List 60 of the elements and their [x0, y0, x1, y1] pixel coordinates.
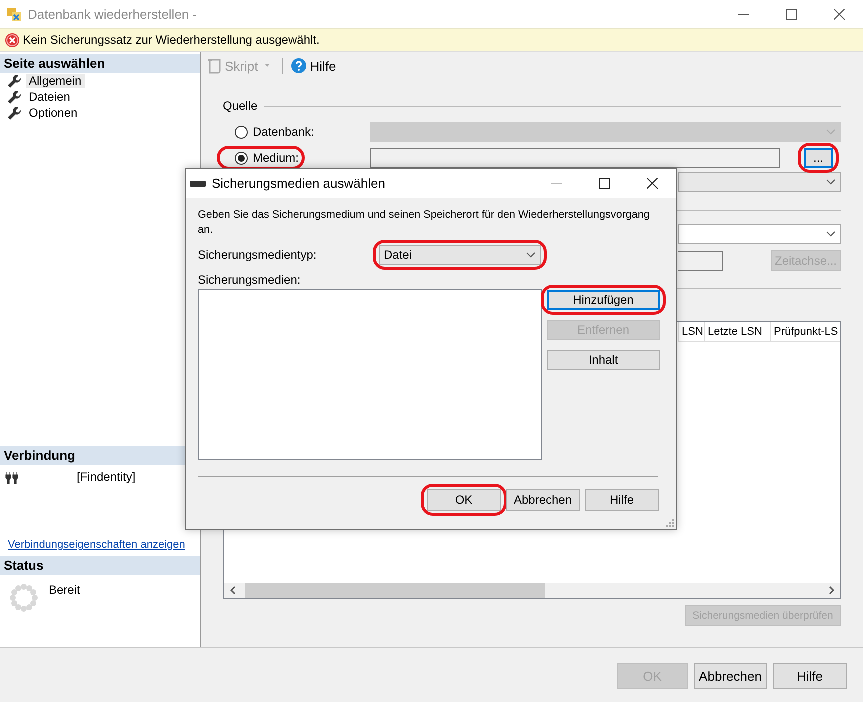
dropdown-field[interactable] [678, 224, 841, 244]
close-icon[interactable] [834, 8, 844, 20]
status-text: Bereit [49, 583, 80, 599]
radio-button[interactable] [235, 126, 248, 138]
toolbar-button[interactable]: Hilfe [310, 58, 336, 74]
wrench-icon [7, 106, 21, 120]
spinner-icon [9, 583, 39, 613]
help-icon [291, 58, 308, 74]
close-icon[interactable] [646, 178, 658, 189]
column-header[interactable]: Prüfpunkt-LS [770, 322, 840, 342]
group-label: Quelle [223, 99, 258, 113]
footer-button[interactable]: Abbrechen [694, 663, 767, 689]
dialog-button[interactable]: Hinzufügen [547, 290, 660, 310]
dialog-button[interactable]: Abbrechen [506, 489, 580, 511]
resize-grip-icon [665, 518, 674, 527]
scrollbar-thumb[interactable] [245, 583, 545, 598]
dialog-button[interactable]: OK [427, 489, 501, 511]
drive-icon [190, 180, 206, 188]
text-field[interactable] [678, 250, 723, 270]
dropdown-field[interactable] [370, 122, 841, 142]
app-icon [6, 6, 22, 22]
plug-icon [5, 470, 19, 484]
maximize-icon[interactable] [786, 8, 796, 20]
page-item[interactable]: Dateien [26, 90, 74, 104]
instruction-text: Geben Sie das Sicherungsmedium und seinen Speicherort für den Wiederherstellungsvorgang an. [198, 208, 651, 238]
wrench-icon [7, 74, 21, 88]
scroll-icon [207, 58, 222, 74]
link[interactable]: Verbindungseigenschaften anzeigen [8, 539, 186, 551]
radio-button[interactable] [235, 152, 248, 164]
error-icon [5, 32, 20, 48]
dropdown-field[interactable]: Datei [379, 245, 541, 265]
chevron-down-icon [526, 252, 536, 258]
text-field[interactable] [370, 148, 780, 168]
field-label: Sicherungsmedientyp: [198, 248, 318, 262]
column-header[interactable]: Letzte LSN [704, 322, 770, 342]
radio-label: Medium: [253, 151, 300, 165]
wrench-icon [7, 90, 21, 104]
dropdown-value: Datei [384, 248, 412, 262]
page-item[interactable]: Allgemein [26, 74, 85, 88]
dialog-button[interactable]: Inhalt [547, 350, 660, 370]
column-header[interactable]: LSN [678, 322, 704, 342]
radio-label: Datenbank: [253, 125, 314, 139]
dialog-title: Sicherungsmedien auswählen [212, 176, 386, 191]
section-header: Status [0, 556, 200, 575]
section-header: Seite auswählen [0, 54, 200, 73]
maximize-icon[interactable] [598, 178, 610, 189]
dropdown-field[interactable] [678, 172, 841, 192]
page-item[interactable]: Optionen [26, 106, 81, 120]
window-title: Datenbank wiederherstellen - [28, 6, 198, 22]
chevron-down-icon [826, 129, 836, 135]
server-name: [Findentity] [77, 470, 136, 484]
chevron-down-icon [826, 231, 836, 237]
scroll-right-icon[interactable] [828, 586, 834, 595]
scroll-left-icon[interactable] [230, 586, 236, 595]
field-label: Sicherungsmedien: [198, 273, 302, 287]
error-message: Kein Sicherungssatz zur Wiederherstellung ausgewählt. [23, 33, 320, 47]
dialog-button[interactable]: Hilfe [585, 489, 659, 511]
browse-button[interactable]: ... [804, 148, 833, 168]
chevron-down-icon [826, 179, 836, 185]
footer-button[interactable]: Hilfe [773, 663, 847, 689]
